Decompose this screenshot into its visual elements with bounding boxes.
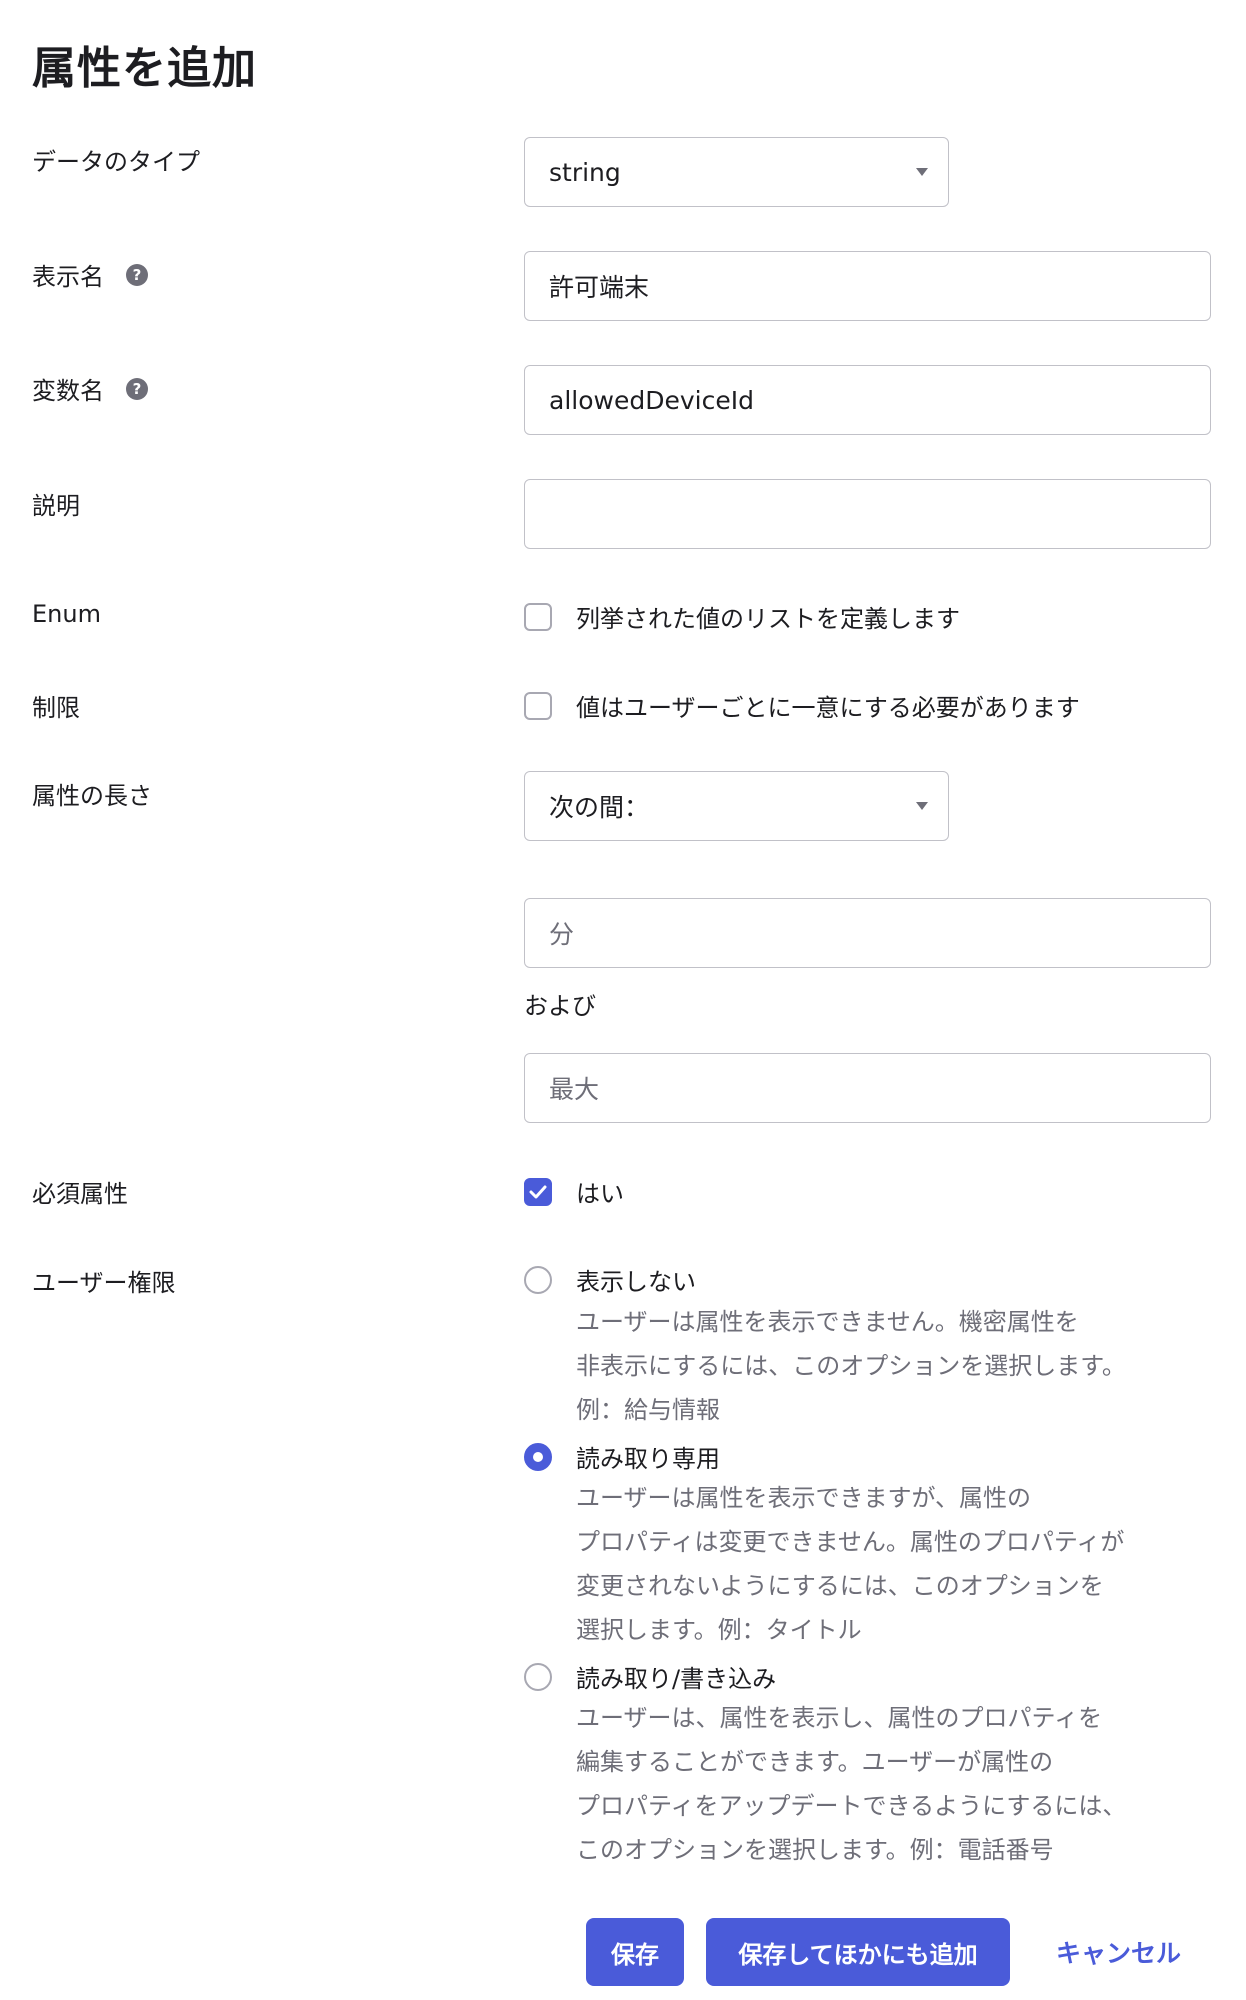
- radio-read-only[interactable]: [524, 1442, 552, 1471]
- display-name-value: 許可端末: [549, 273, 650, 302]
- length-max-placeholder: 最大: [549, 1075, 600, 1104]
- variable-name-label: 変数名 ?: [32, 371, 148, 406]
- limit-checkbox-row[interactable]: 値はユーザーごとに一意にする必要があります: [524, 688, 1080, 723]
- cancel-button[interactable]: キャンセル: [1056, 1918, 1181, 1986]
- required-label-text: 必須属性: [32, 1180, 128, 1208]
- enum-label-text: Enum: [32, 600, 101, 628]
- description-label-text: 説明: [32, 492, 80, 520]
- length-label: 属性の長さ: [32, 776, 152, 811]
- length-select[interactable]: 次の間：: [524, 771, 949, 841]
- checkmark-icon: [529, 1185, 547, 1198]
- length-value: 次の間：: [549, 793, 650, 822]
- permission-option-label: 表示しない: [576, 1268, 696, 1296]
- permission-option-description: ユーザーは属性を表示できますが、属性の プロパティは変更できません。属性のプロパ…: [576, 1484, 1125, 1644]
- required-label: 必須属性: [32, 1174, 128, 1209]
- limit-label: 制限: [32, 688, 80, 723]
- limit-checkbox-label: 値はユーザーごとに一意にする必要があります: [576, 694, 1080, 722]
- description-input[interactable]: [524, 479, 1211, 549]
- chevron-down-icon: [916, 802, 928, 810]
- enum-checkbox-label: 列挙された値のリストを定義します: [576, 605, 960, 633]
- permission-option-read-write[interactable]: 読み取り/書き込み: [524, 1659, 776, 1694]
- limit-checkbox[interactable]: [524, 691, 552, 720]
- page-title: 属性を追加: [32, 43, 257, 94]
- display-name-label: 表示名 ?: [32, 257, 148, 292]
- permission-option-description: ユーザーは、属性を表示し、属性のプロパティを 編集することができます。ユーザーが…: [576, 1704, 1127, 1864]
- display-name-input[interactable]: 許可端末: [524, 251, 1211, 321]
- permission-option-label: 読み取り専用: [576, 1445, 720, 1473]
- required-checkbox[interactable]: [524, 1177, 552, 1206]
- variable-name-value: allowedDeviceId: [549, 385, 754, 415]
- help-icon[interactable]: ?: [126, 263, 148, 286]
- radio-dot: [533, 1451, 543, 1462]
- length-min-placeholder: 分: [549, 920, 575, 949]
- and-text: および: [524, 992, 596, 1020]
- data-type-select[interactable]: string: [524, 137, 949, 207]
- enum-label: Enum: [32, 600, 101, 628]
- save-and-add-button[interactable]: 保存してほかにも追加: [706, 1918, 1010, 1986]
- data-type-label-text: データのタイプ: [32, 148, 200, 176]
- chevron-down-icon: [916, 168, 928, 176]
- description-label: 説明: [32, 486, 80, 521]
- permission-option-read-only[interactable]: 読み取り専用: [524, 1439, 720, 1474]
- data-type-label: データのタイプ: [32, 142, 200, 177]
- user-permission-label-text: ユーザー権限: [32, 1269, 176, 1297]
- permission-option-label: 読み取り/書き込み: [576, 1665, 777, 1693]
- display-name-label-text: 表示名: [32, 263, 104, 291]
- help-icon[interactable]: ?: [126, 377, 148, 400]
- radio-hide[interactable]: [524, 1265, 552, 1294]
- required-checkbox-label: はい: [576, 1180, 624, 1208]
- variable-name-input[interactable]: allowedDeviceId: [524, 365, 1211, 435]
- user-permission-label: ユーザー権限: [32, 1263, 176, 1298]
- length-label-text: 属性の長さ: [32, 782, 152, 810]
- radio-read-write[interactable]: [524, 1662, 552, 1691]
- variable-name-label-text: 変数名: [32, 377, 104, 405]
- enum-checkbox[interactable]: [524, 602, 552, 631]
- length-max-input[interactable]: 最大: [524, 1053, 1211, 1123]
- limit-label-text: 制限: [32, 694, 80, 722]
- permission-option-hide[interactable]: 表示しない: [524, 1262, 696, 1297]
- save-button[interactable]: 保存: [586, 1918, 684, 1986]
- permission-option-description: ユーザーは属性を表示できません。機密属性を 非表示にするには、このオプションを選…: [576, 1308, 1126, 1424]
- data-type-value: string: [549, 157, 621, 187]
- required-checkbox-row[interactable]: はい: [524, 1174, 624, 1209]
- enum-checkbox-row[interactable]: 列挙された値のリストを定義します: [524, 599, 960, 634]
- length-min-input[interactable]: 分: [524, 898, 1211, 968]
